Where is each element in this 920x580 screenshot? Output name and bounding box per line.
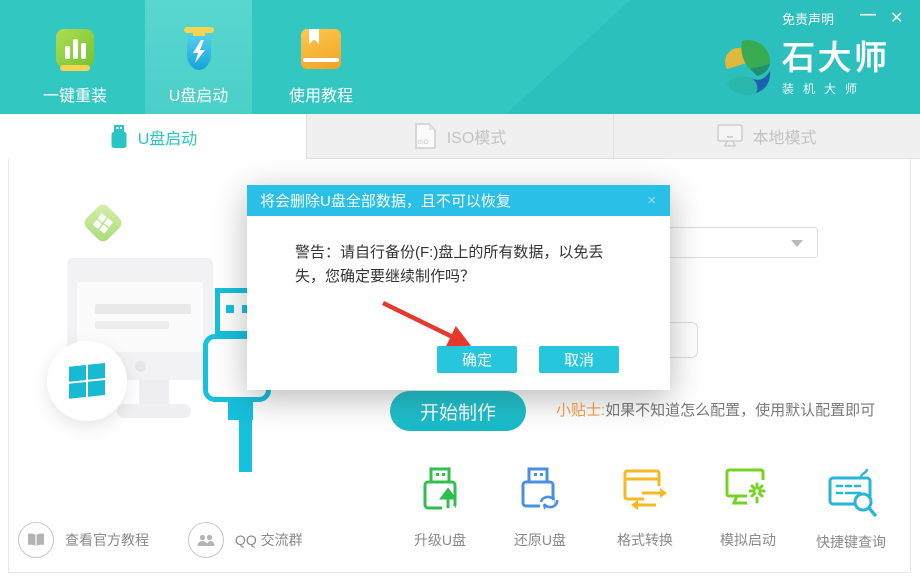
svg-text:ISO: ISO: [417, 139, 428, 146]
confirm-button[interactable]: 确定: [437, 346, 517, 373]
monitor-base: [117, 404, 191, 418]
dialog-message: 警告：请自行备份(F:)盘上的所有数据，以免丢失，您确定要继续制作吗？: [295, 241, 631, 289]
tool-label: 格式转换: [595, 530, 695, 550]
cancel-button[interactable]: 取消: [539, 346, 619, 373]
format-convert-icon: [620, 466, 670, 518]
chevron-down-icon: [791, 240, 803, 247]
dialog-titlebar: 将会删除U盘全部数据，且不可以恢复: [247, 185, 670, 216]
start-make-button[interactable]: 开始制作: [390, 391, 526, 431]
windows-flag-icon: [67, 361, 107, 401]
chart-bars-icon: [53, 27, 97, 73]
hotkey-search-icon: [825, 466, 877, 520]
brand-logo: 石大师 装机大师: [720, 38, 890, 98]
tip-label: 小贴士:: [556, 402, 605, 419]
tab-label: 本地模式: [752, 124, 816, 148]
usb-restore-icon: [516, 466, 564, 518]
dialog-close-icon[interactable]: ×: [643, 190, 660, 211]
nav-item-tutorial[interactable]: 使用教程: [266, 0, 376, 114]
warning-dialog: 将会删除U盘全部数据，且不可以恢复 × 警告：请自行备份(F:)盘上的所有数据，…: [247, 185, 670, 390]
nav-label: 使用教程: [289, 82, 353, 106]
book-icon: [299, 27, 343, 73]
usb-drive-plug: [228, 398, 253, 420]
tip-text: 小贴士:如果不知道怎么配置，使用默认配置即可: [556, 399, 875, 420]
tool-label: 模拟启动: [698, 530, 798, 550]
tab-iso-mode[interactable]: ISO ISO模式: [306, 114, 613, 159]
tool-label: 升级U盘: [390, 530, 490, 550]
monitor-stand: [139, 380, 169, 406]
link-label: QQ 交流群: [235, 530, 303, 550]
close-button[interactable]: ✕: [886, 4, 907, 32]
nav-item-usb-boot[interactable]: U盘启动: [145, 0, 252, 114]
people-group-icon: [188, 522, 224, 558]
brand-swirl-icon: [720, 38, 774, 98]
tool-label: 还原U盘: [490, 530, 590, 550]
link-label: 查看官方教程: [65, 530, 149, 550]
disclaimer-link[interactable]: 免责声明: [782, 9, 834, 28]
windows-logo-badge: [47, 341, 127, 421]
usb-stick-icon: [109, 125, 129, 149]
nav-item-one-key-reinstall[interactable]: 一键重装: [20, 0, 130, 114]
qq-group-link[interactable]: QQ 交流群: [188, 522, 303, 558]
tab-usb-boot[interactable]: U盘启动: [0, 114, 306, 159]
monitor-icon: [717, 124, 743, 148]
iso-file-icon: ISO: [414, 123, 438, 149]
usb-drive-cable: [239, 418, 252, 472]
nav-label: 一键重装: [43, 82, 107, 106]
tool-format-convert[interactable]: 格式转换: [595, 466, 695, 550]
tab-label: ISO模式: [447, 124, 507, 148]
tool-upgrade-usb[interactable]: 升级U盘: [390, 466, 490, 550]
mode-tabs: U盘启动 ISO ISO模式 本地模式: [0, 114, 920, 159]
tool-label: 快捷键查询: [801, 532, 901, 552]
tool-hotkey-query[interactable]: 快捷键查询: [801, 466, 901, 552]
minimize-button[interactable]: —: [856, 2, 880, 28]
tool-simulate-boot[interactable]: 模拟启动: [698, 466, 798, 550]
dialog-title: 将会删除U盘全部数据，且不可以恢复: [260, 190, 511, 211]
brand-tagline: 装机大师: [782, 80, 890, 97]
tool-restore-usb[interactable]: 还原U盘: [490, 466, 590, 550]
tab-local-mode[interactable]: 本地模式: [613, 114, 920, 159]
brand-name: 石大师: [782, 40, 890, 76]
open-book-icon: [18, 522, 54, 558]
simulate-boot-icon: [723, 466, 773, 518]
official-tutorial-link[interactable]: 查看官方教程: [18, 522, 149, 558]
nav-label: U盘启动: [169, 82, 229, 106]
tab-label: U盘启动: [138, 125, 198, 149]
usb-upgrade-icon: [416, 466, 464, 518]
usb-shield-icon: [177, 27, 221, 73]
